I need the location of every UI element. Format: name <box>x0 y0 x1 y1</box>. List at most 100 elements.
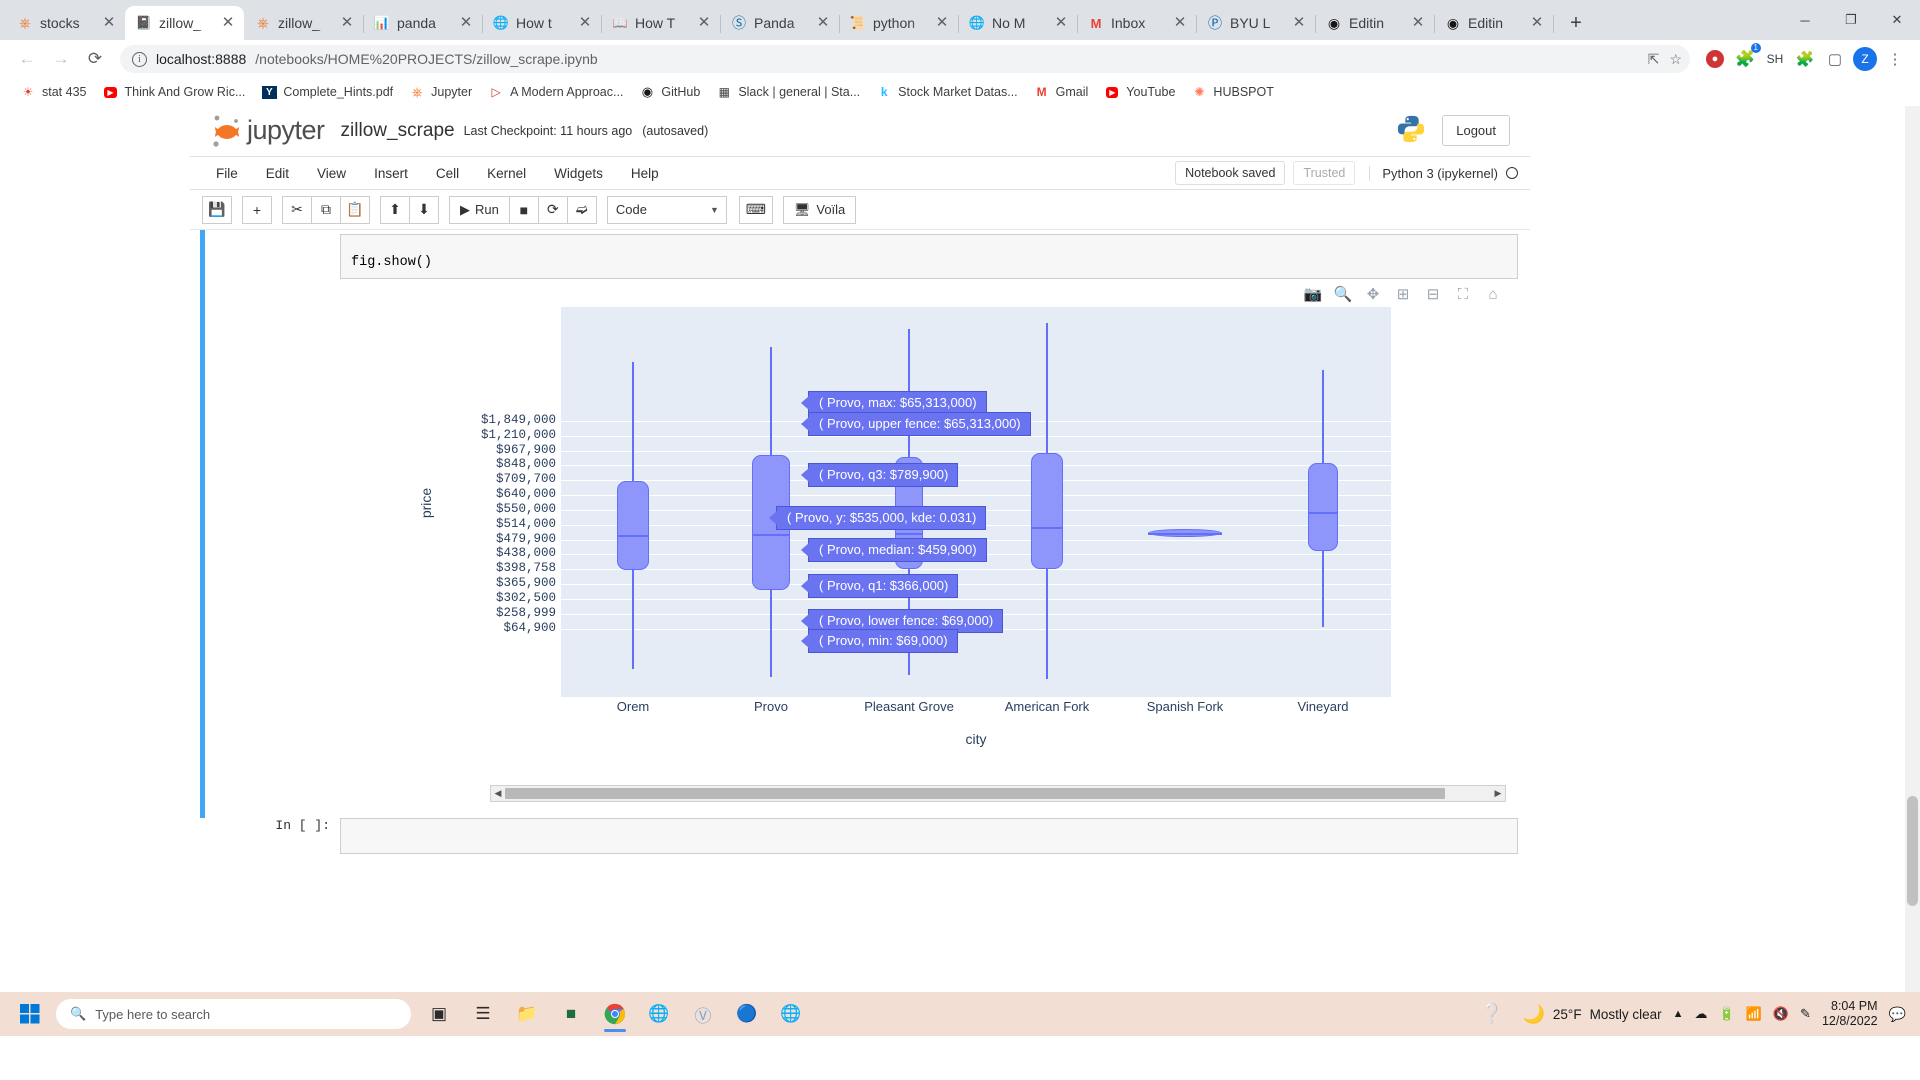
browser-tab[interactable]: 📜python✕ <box>839 6 958 40</box>
violin-vineyard[interactable] <box>1283 307 1363 697</box>
notification-icon[interactable]: 💬 <box>1889 1006 1906 1023</box>
violin-american-fork[interactable] <box>1007 307 1087 697</box>
insert-cell-button[interactable]: + <box>242 196 272 224</box>
chrome-icon[interactable] <box>595 994 635 1034</box>
file-explorer-icon[interactable]: 📁 <box>507 994 547 1034</box>
save-button[interactable]: 💾 <box>202 196 232 224</box>
battery-icon[interactable]: 🔋 <box>1718 1006 1734 1022</box>
menu-kernel[interactable]: Kernel <box>473 161 540 186</box>
close-tab-button[interactable]: ✕ <box>1410 15 1426 31</box>
violin-provo[interactable] <box>731 307 811 697</box>
close-tab-button[interactable]: ✕ <box>934 15 950 31</box>
maximize-button[interactable]: ❐ <box>1828 0 1874 40</box>
bookmark-item[interactable]: ▶Think And Grow Ric... <box>94 81 253 103</box>
violin-plot[interactable]: $1,849,000$1,210,000$967,900$848,000$709… <box>376 307 1476 777</box>
share-icon[interactable]: ⇱ <box>1648 51 1660 68</box>
edge-dev-icon[interactable]: 🌐 <box>771 994 811 1034</box>
site-info-icon[interactable]: i <box>132 52 147 67</box>
interrupt-kernel-button[interactable]: ■ <box>509 196 539 224</box>
close-tab-button[interactable]: ✕ <box>101 15 117 31</box>
page-scrollbar[interactable] <box>1905 106 1920 1036</box>
chevron-up-icon[interactable]: ▲ <box>1673 1008 1684 1020</box>
star-icon[interactable]: ☆ <box>1669 51 1682 68</box>
task-view-icon[interactable]: ▣ <box>419 994 459 1034</box>
chrome-menu-icon[interactable]: ⋮ <box>1882 46 1908 72</box>
browser-tab[interactable]: ⎈zillow_✕ <box>244 6 363 40</box>
new-tab-button[interactable]: + <box>1559 6 1593 40</box>
firefox-icon[interactable]: 🔵 <box>727 994 767 1034</box>
close-tab-button[interactable]: ✕ <box>1529 15 1545 31</box>
empty-code-cell[interactable] <box>340 818 1518 854</box>
minimize-button[interactable]: ─ <box>1782 0 1828 40</box>
camera-icon[interactable]: 📷 <box>1304 285 1322 303</box>
close-tab-button[interactable]: ✕ <box>815 15 831 31</box>
rstudio-icon[interactable]: Ⓥ <box>683 994 723 1034</box>
home-icon[interactable]: ⌂ <box>1484 285 1502 303</box>
menu-edit[interactable]: Edit <box>252 161 303 186</box>
code-cell[interactable]: fig.show() <box>340 234 1518 279</box>
restart-run-all-button[interactable]: ➫ <box>567 196 597 224</box>
page-scrollbar-thumb[interactable] <box>1907 796 1918 906</box>
zoom-out-icon[interactable]: ⊟ <box>1424 285 1442 303</box>
network-icon[interactable]: 📶 <box>1746 1006 1762 1022</box>
bookmark-item[interactable]: YComplete_Hints.pdf <box>253 81 401 103</box>
scroll-left-arrow[interactable]: ◀ <box>491 788 505 799</box>
adblock-icon[interactable]: ● <box>1702 46 1728 72</box>
close-tab-button[interactable]: ✕ <box>1053 15 1069 31</box>
volume-mute-icon[interactable]: 🔇 <box>1773 1006 1789 1022</box>
voila-button[interactable]: 🖥 Voïla <box>783 196 856 224</box>
move-cell-up-button[interactable]: ⬆ <box>380 196 410 224</box>
edge-icon[interactable]: 🌐 <box>639 994 679 1034</box>
profile-initials[interactable]: SH <box>1762 46 1788 72</box>
bookmark-item[interactable]: ▦Slack | general | Sta... <box>708 81 868 103</box>
command-palette-button[interactable]: ⌨ <box>739 196 773 224</box>
taskbar-search[interactable]: 🔍 Type here to search <box>56 999 411 1029</box>
output-horizontal-scrollbar[interactable]: ◀ ▶ <box>490 785 1506 802</box>
notebook-name[interactable]: zillow_scrape <box>341 120 455 142</box>
violin-spanish-fork[interactable] <box>1145 307 1225 697</box>
paste-cell-button[interactable]: 📋 <box>340 196 370 224</box>
close-tab-button[interactable]: ✕ <box>458 15 474 31</box>
menu-widgets[interactable]: Widgets <box>540 161 617 186</box>
kernel-name[interactable]: Python 3 (ipykernel) <box>1369 166 1498 181</box>
pen-icon[interactable]: ✎ <box>1800 1006 1811 1022</box>
browser-tab[interactable]: 🌐No M✕ <box>958 6 1077 40</box>
menu-help[interactable]: Help <box>617 161 673 186</box>
extensions-icon[interactable]: 🧩 <box>1792 46 1818 72</box>
close-window-button[interactable]: ✕ <box>1874 0 1920 40</box>
browser-tab[interactable]: 📓zillow_✕ <box>125 6 244 40</box>
close-tab-button[interactable]: ✕ <box>220 15 236 31</box>
autoscale-icon[interactable]: ⛶ <box>1454 285 1472 303</box>
taskbar-clock[interactable]: 8:04 PM 12/8/2022 <box>1822 999 1878 1029</box>
cut-cell-button[interactable]: ✂ <box>282 196 312 224</box>
bookmark-item[interactable]: ▶YouTube <box>1096 81 1183 103</box>
onedrive-icon[interactable]: ☁ <box>1694 1006 1707 1022</box>
close-tab-button[interactable]: ✕ <box>1172 15 1188 31</box>
avatar[interactable]: Z <box>1852 46 1878 72</box>
zoom-icon[interactable]: 🔍 <box>1334 285 1352 303</box>
close-tab-button[interactable]: ✕ <box>339 15 355 31</box>
start-button[interactable] <box>6 992 54 1036</box>
menu-cell[interactable]: Cell <box>422 161 473 186</box>
bookmark-item[interactable]: kStock Market Datas... <box>868 81 1025 103</box>
bookmark-item[interactable]: MGmail <box>1026 81 1097 103</box>
violin-orem[interactable] <box>593 307 673 697</box>
browser-tab[interactable]: ⎈stocks✕ <box>6 6 125 40</box>
copy-cell-button[interactable]: ⧉ <box>311 196 341 224</box>
back-button[interactable]: ← <box>12 44 42 74</box>
logout-button[interactable]: Logout <box>1442 115 1510 146</box>
bookmark-item[interactable]: ◉GitHub <box>631 81 708 103</box>
menu-file[interactable]: File <box>202 161 252 186</box>
browser-tab[interactable]: ⓅBYU L✕ <box>1196 6 1315 40</box>
menu-insert[interactable]: Insert <box>360 161 422 186</box>
address-bar[interactable]: i localhost:8888/notebooks/HOME%20PROJEC… <box>120 45 1690 73</box>
bookmark-item[interactable]: ▷A Modern Approac... <box>480 81 631 103</box>
excel-icon[interactable]: ■ <box>551 994 591 1034</box>
browser-tab[interactable]: ◉Editin✕ <box>1434 6 1553 40</box>
browser-tab[interactable]: MInbox✕ <box>1077 6 1196 40</box>
bookmark-item[interactable]: ☀stat 435 <box>12 81 94 103</box>
browser-tab[interactable]: ◉Editin✕ <box>1315 6 1434 40</box>
help-icon[interactable]: ❔ <box>1471 994 1511 1034</box>
close-tab-button[interactable]: ✕ <box>577 15 593 31</box>
widgets-icon[interactable]: ☰ <box>463 994 503 1034</box>
